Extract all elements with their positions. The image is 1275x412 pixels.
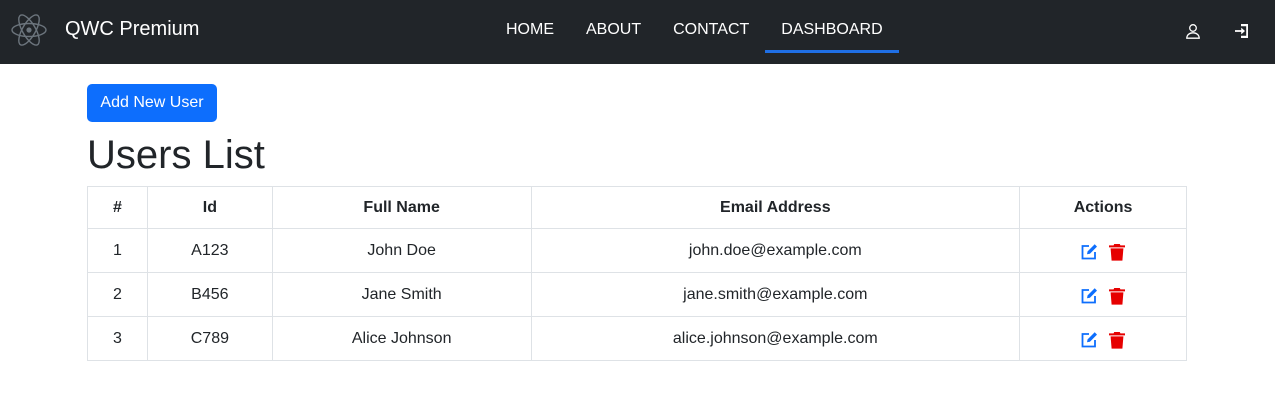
table-row: 3 C789 Alice Johnson alice.johnson@examp… xyxy=(87,316,1187,361)
edit-icon[interactable] xyxy=(1079,330,1099,350)
nav-contact[interactable]: CONTACT xyxy=(657,0,765,64)
brand-name[interactable]: QWC Premium xyxy=(65,17,199,41)
edit-icon[interactable] xyxy=(1079,286,1099,306)
react-atom-icon[interactable] xyxy=(10,11,48,49)
trash-icon[interactable] xyxy=(1107,286,1127,306)
logout-icon[interactable] xyxy=(1233,22,1251,40)
cell-email: jane.smith@example.com xyxy=(530,272,1021,317)
cell-id: C789 xyxy=(146,316,273,361)
user-icon[interactable] xyxy=(1184,22,1202,40)
cell-full-name: John Doe xyxy=(271,228,532,273)
page-title: Users List xyxy=(87,133,265,177)
cell-actions xyxy=(1019,272,1187,317)
header-email: Email Address xyxy=(530,186,1021,229)
cell-number: 3 xyxy=(87,316,148,361)
cell-actions xyxy=(1019,228,1187,273)
table-header-row: # Id Full Name Email Address Actions xyxy=(87,186,1187,229)
navbar: QWC Premium HOME ABOUT CONTACT DASHBOARD xyxy=(0,0,1275,64)
nav-about[interactable]: ABOUT xyxy=(570,0,657,64)
cell-email: john.doe@example.com xyxy=(530,228,1021,273)
header-actions: Actions xyxy=(1019,186,1187,229)
header-id: Id xyxy=(146,186,273,229)
cell-number: 1 xyxy=(87,228,148,273)
table-row: 1 A123 John Doe john.doe@example.com xyxy=(87,228,1187,273)
cell-number: 2 xyxy=(87,272,148,317)
header-full-name: Full Name xyxy=(271,186,532,229)
trash-icon[interactable] xyxy=(1107,330,1127,350)
nav-dashboard[interactable]: DASHBOARD xyxy=(765,0,899,64)
cell-full-name: Jane Smith xyxy=(271,272,532,317)
cell-id: A123 xyxy=(146,228,273,273)
cell-full-name: Alice Johnson xyxy=(271,316,532,361)
users-table: # Id Full Name Email Address Actions 1 A… xyxy=(87,186,1187,361)
trash-icon[interactable] xyxy=(1107,242,1127,262)
cell-actions xyxy=(1019,316,1187,361)
table-row: 2 B456 Jane Smith jane.smith@example.com xyxy=(87,272,1187,317)
nav-home[interactable]: HOME xyxy=(490,0,570,64)
edit-icon[interactable] xyxy=(1079,242,1099,262)
cell-id: B456 xyxy=(146,272,273,317)
header-number: # xyxy=(87,186,148,229)
cell-email: alice.johnson@example.com xyxy=(530,316,1021,361)
add-new-user-button[interactable]: Add New User xyxy=(87,84,217,122)
main-nav: HOME ABOUT CONTACT DASHBOARD xyxy=(490,0,899,64)
